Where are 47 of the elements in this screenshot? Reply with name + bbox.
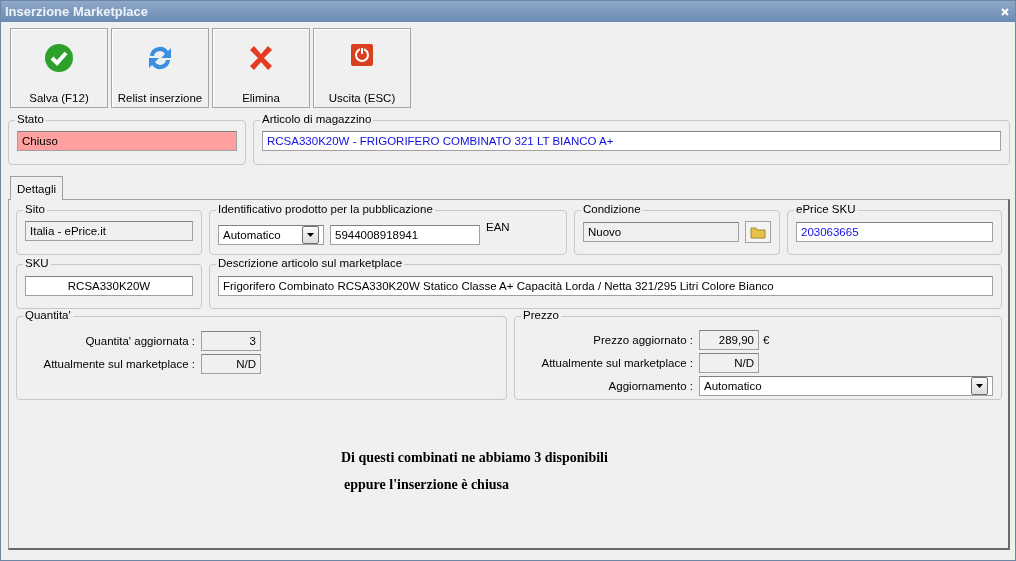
toolbar-button[interactable]: Uscita (ESC) (313, 28, 411, 108)
value-field: N/D (699, 353, 759, 373)
value-field: 3 (201, 331, 261, 351)
group-label: Articolo di magazzino (260, 113, 374, 125)
group-label: Identificativo prodotto per la pubblicazione (216, 203, 435, 215)
id-type-select[interactable]: Automatico (218, 225, 324, 245)
folder-icon (750, 225, 766, 239)
check-icon (44, 43, 74, 73)
tab[interactable]: Dettagli (10, 176, 63, 200)
field-label: Quantita' aggiornata : (84, 335, 195, 347)
group-label: Sito (23, 203, 47, 215)
toolbar-button[interactable]: Elimina (212, 28, 310, 108)
group-label: Descrizione articolo sul marketplace (216, 257, 405, 269)
toolbar-button[interactable]: Relist inserzione (111, 28, 209, 108)
sku-field[interactable]: RCSA330K20W (25, 276, 193, 296)
ean-label: EAN (486, 221, 510, 233)
dropdown-button[interactable] (302, 226, 319, 244)
currency-label: € (763, 334, 770, 346)
caret-icon (976, 384, 983, 388)
group-label: Quantita' (23, 309, 73, 321)
field-label: Aggiornamento : (607, 380, 693, 392)
group-label: SKU (23, 257, 51, 269)
caret-icon (307, 233, 314, 237)
article-field[interactable]: RCSA330K20W - FRIGORIFERO COMBINATO 321 LT BIANCO A+ (262, 131, 1001, 151)
dropdown-button[interactable] (971, 377, 988, 395)
field-label: Attualmente sul marketplace : (540, 357, 693, 369)
field-label: Prezzo aggiornato : (592, 334, 693, 346)
group-label: ePrice SKU (794, 203, 858, 215)
window-title: Inserzione Marketplace (5, 4, 149, 19)
status-field: Chiuso (17, 131, 237, 151)
value-field: 289,90 (699, 330, 759, 350)
value-field: N/D (201, 354, 261, 374)
power-icon (350, 43, 374, 67)
note-text: Di questi combinati ne abbiamo 3 disponibili (341, 450, 609, 466)
update-select[interactable]: Automatico (699, 376, 993, 396)
group-label: Stato (15, 113, 46, 125)
site-field: Italia - ePrice.it (25, 221, 193, 241)
condition-field: Nuovo (583, 222, 739, 242)
description-field[interactable]: Frigorifero Combinato RCSA330K20W Statico Classe A+ Capacità Lorda / Netta 321/295 Litri Colore Bianco (218, 276, 993, 296)
close-icon[interactable] (1001, 7, 1009, 16)
note-text: eppure l'inserzione è chiusa (343, 477, 511, 493)
field-label: Attualmente sul marketplace : (42, 358, 195, 370)
toolbar-button[interactable]: Salva (F12) (10, 28, 108, 108)
group-label: Condizione (581, 203, 643, 215)
group-label: Prezzo (521, 309, 561, 321)
eprice-sku-field[interactable]: 203063665 (796, 222, 993, 242)
ean-field[interactable]: 5944008918941 (330, 225, 480, 245)
